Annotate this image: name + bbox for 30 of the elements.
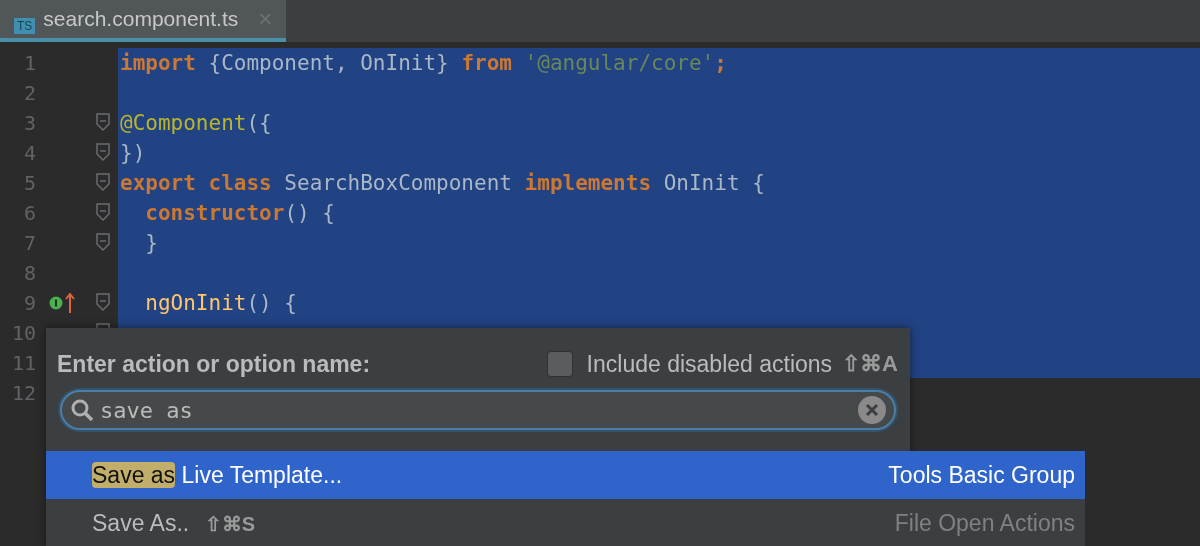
- fold-marker-icon[interactable]: [95, 202, 111, 224]
- checkbox-label: Include disabled actions: [586, 350, 833, 378]
- prompt-label: Enter action or option name:: [57, 350, 372, 378]
- line-number: 10: [10, 321, 36, 345]
- implements-marker-icon[interactable]: [49, 296, 63, 310]
- search-icon: [70, 398, 94, 422]
- fold-marker-icon[interactable]: [95, 142, 111, 164]
- action-result-item[interactable]: Save As.. ⇧⌘S File Open Actions: [46, 499, 1085, 546]
- fold-marker-icon[interactable]: [95, 172, 111, 194]
- shortcut-label: ⇧⌘A: [842, 351, 898, 377]
- line-number: 7: [22, 231, 36, 255]
- clear-icon[interactable]: [858, 396, 886, 424]
- line-number: 12: [10, 381, 36, 405]
- line-number: 8: [22, 261, 36, 285]
- fold-marker-icon[interactable]: [95, 232, 111, 254]
- line-number: 3: [22, 111, 36, 135]
- line-number: 2: [22, 81, 36, 105]
- line-number: 4: [22, 141, 36, 165]
- typescript-file-badge: TS: [14, 18, 36, 34]
- line-number: 6: [22, 201, 36, 225]
- fold-marker-icon[interactable]: [95, 292, 111, 314]
- line-number: 11: [10, 351, 36, 375]
- line-number: 5: [22, 171, 36, 195]
- line-number: 1: [22, 51, 36, 75]
- line-number: 9: [22, 291, 36, 315]
- fold-marker-icon[interactable]: [95, 112, 111, 134]
- up-arrow-icon[interactable]: [65, 292, 75, 314]
- search-field[interactable]: save as: [60, 390, 896, 430]
- action-result-item[interactable]: Save as Live Template... Tools Basic Group: [46, 451, 1085, 499]
- file-tab[interactable]: TS search.component.ts ×: [0, 0, 287, 42]
